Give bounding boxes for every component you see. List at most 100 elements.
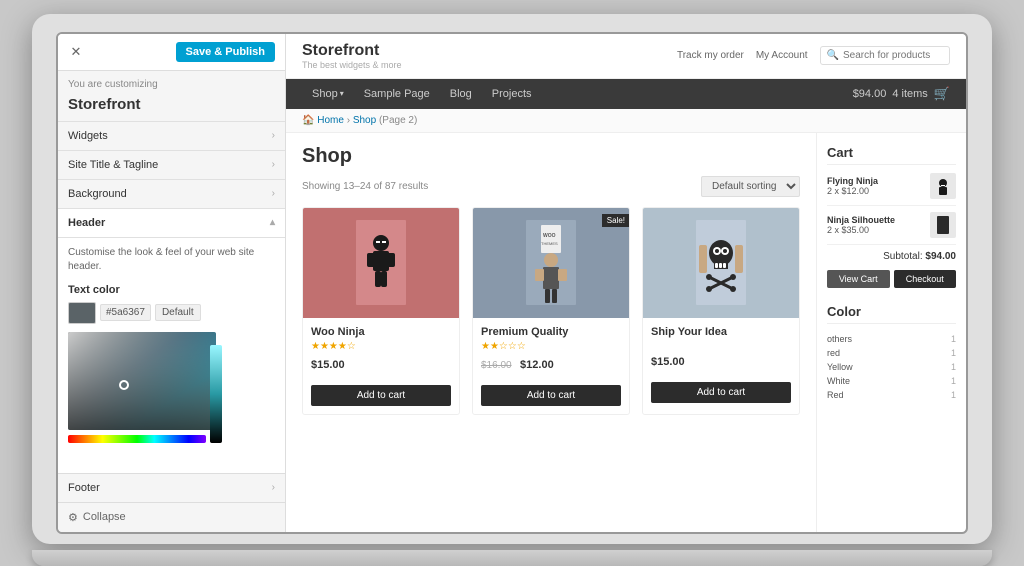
cart-item-2-qty-price: 2 x $35.00 [827,225,930,235]
color-filter-red2[interactable]: Red 1 [827,388,956,402]
search-icon: 🔍 [827,50,839,61]
menu-item-background[interactable]: Background › [58,179,285,208]
my-account-link[interactable]: My Account [756,50,808,61]
customizer-info: You are customizing [58,71,285,94]
color-filter-white[interactable]: White 1 [827,374,956,388]
main-area: Shop Showing 13–24 of 87 results Default… [286,133,966,532]
premium-svg: WOO THEMES [521,215,581,310]
cart-item-2-thumb [930,212,956,238]
picker-black-overlay [68,332,216,430]
close-button[interactable]: ✕ [68,44,84,60]
breadcrumb-home[interactable]: 🏠 Home [302,115,344,126]
text-color-label: Text color [68,284,275,296]
current-color-swatch[interactable] [68,302,96,324]
chevron-right-icon: › [272,188,275,199]
cart-amount: $94.00 [853,88,887,100]
cart-icon[interactable]: 🛒 [934,86,950,102]
nav-shop[interactable]: Shop ▾ [302,79,354,109]
product-info-2: Premium Quality ★★☆☆☆ $16.00 $12.00 [473,318,629,381]
color-filter-red1[interactable]: red 1 [827,346,956,360]
search-input[interactable] [843,50,943,61]
store-tagline: The best widgets & more [302,60,402,70]
color-widget-title: Color [827,304,956,324]
footer-chevron-icon: › [272,482,275,493]
product-price-1: $15.00 [311,355,451,373]
cart-widget-title: Cart [827,145,956,165]
color-picker-canvas[interactable] [68,332,216,430]
hue-slider[interactable] [68,435,206,443]
product-name-2: Premium Quality [481,326,621,338]
store-brand: Storefront The best widgets & more [302,42,402,70]
lightness-slider[interactable] [210,345,222,443]
product-info-1: Woo Ninja ★★★★☆ $15.00 [303,318,459,381]
customizer-header: ✕ Save & Publish [58,34,285,71]
breadcrumb-shop[interactable]: Shop [353,115,376,126]
cart-subtotal: Subtotal: $94.00 [827,251,956,262]
color-hex-value: #5a6367 [100,304,151,321]
ninja-svg [351,215,411,310]
collapse-bar[interactable]: ⚙ Collapse [58,502,285,532]
cart-item-1-qty-price: 2 x $12.00 [827,186,930,196]
sidebar-widget: Cart Flying Ninja 2 x $12.00 [816,133,966,532]
view-cart-button[interactable]: View Cart [827,270,890,288]
nav-projects[interactable]: Projects [482,79,542,109]
menu-item-site-title[interactable]: Site Title & Tagline › [58,150,285,179]
cart-buttons: View Cart Checkout [827,270,956,288]
shop-chevron-icon: ▾ [340,89,344,98]
gear-icon: ⚙ [68,511,78,524]
product-info-3: Ship Your Idea $15.00 [643,318,799,378]
cart-item-1-thumb [930,173,956,199]
footer-menu-item[interactable]: Footer › [58,473,285,502]
track-order-link[interactable]: Track my order [677,50,744,61]
nav-sample-page[interactable]: Sample Page [354,79,440,109]
color-filter-others[interactable]: others 1 [827,332,956,346]
add-to-cart-2[interactable]: Add to cart [481,385,621,406]
products-area: Shop Showing 13–24 of 87 results Default… [286,133,816,532]
product-price-2: $16.00 $12.00 [481,355,621,373]
cart-item-2-name: Ninja Silhouette [827,215,930,225]
add-to-cart-1[interactable]: Add to cart [311,385,451,406]
products-grid: Woo Ninja ★★★★☆ $15.00 Add to cart [302,207,800,415]
customizer-panel: ✕ Save & Publish You are customizing Sto… [58,34,286,532]
nav-blog[interactable]: Blog [440,79,482,109]
checkout-button[interactable]: Checkout [894,270,957,288]
product-name-3: Ship Your Idea [651,326,791,338]
product-card-1: Woo Ninja ★★★★☆ $15.00 Add to cart [302,207,460,415]
product-image-3 [643,208,799,318]
results-bar: Showing 13–24 of 87 results Default sort… [302,176,800,197]
menu-item-header[interactable]: Header ▴ [58,208,285,237]
cart-area: $94.00 4 items 🛒 [853,86,950,102]
default-color-button[interactable]: Default [155,304,201,321]
cart-item-1: Flying Ninja 2 x $12.00 [827,173,956,206]
product-card-2: Sale! WOO THEMES [472,207,630,415]
product-name-1: Woo Ninja [311,326,451,338]
save-publish-button[interactable]: Save & Publish [176,42,275,62]
product-price-3: $15.00 [651,352,791,370]
menu-item-widgets[interactable]: Widgets › [58,121,285,150]
store-header-links: Track my order My Account 🔍 [677,46,950,65]
product-rating-2: ★★☆☆☆ [481,341,621,352]
search-box[interactable]: 🔍 [820,46,950,65]
breadcrumb: 🏠 Home › Shop (Page 2) [286,109,966,133]
cart-items-count: 4 items [892,88,927,100]
cart-item-2: Ninja Silhouette 2 x $35.00 [827,212,956,245]
chevron-right-icon: › [272,159,275,170]
sort-select[interactable]: Default sorting [701,176,800,197]
color-filter-yellow[interactable]: Yellow 1 [827,360,956,374]
results-text: Showing 13–24 of 87 results [302,181,428,192]
product-rating-1: ★★★★☆ [311,341,451,352]
product-image-1 [303,208,459,318]
nav-links: Shop ▾ Sample Page Blog Projects [302,79,542,109]
customizer-site-title: Storefront [58,94,285,121]
product-image-2: Sale! WOO THEMES [473,208,629,318]
cart-item-1-name: Flying Ninja [827,176,930,186]
add-to-cart-3[interactable]: Add to cart [651,382,791,403]
header-description: Customise the look & feel of your web si… [68,246,275,274]
chevron-right-icon: › [272,130,275,141]
header-section: Customise the look & feel of your web si… [58,237,285,473]
store-header: Storefront The best widgets & more Track… [286,34,966,79]
store-name: Storefront [302,42,402,60]
cart-item-2-info: Ninja Silhouette 2 x $35.00 [827,215,930,235]
store-content: Storefront The best widgets & more Track… [286,34,966,532]
color-row: #5a6367 Default [68,302,275,324]
